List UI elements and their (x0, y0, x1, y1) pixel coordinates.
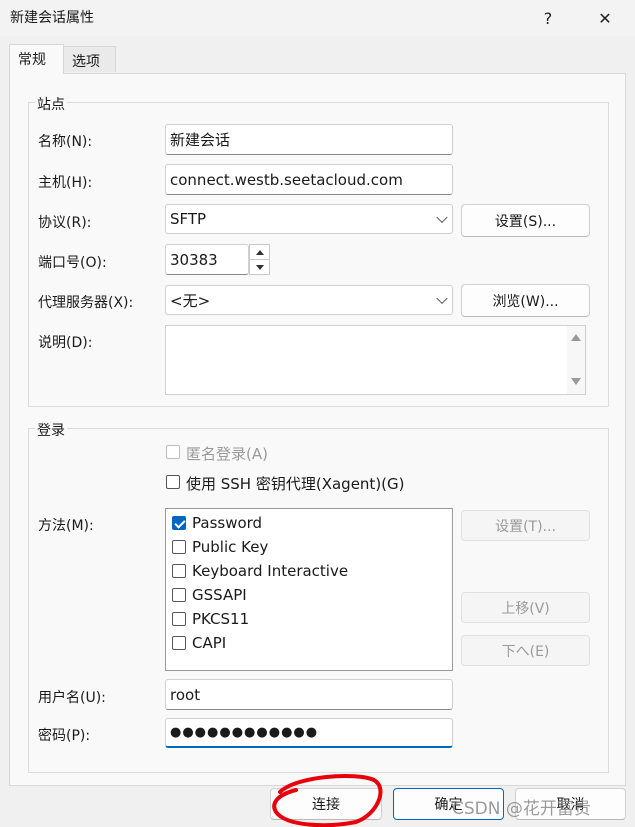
method-checkbox-keyboard-interactive[interactable] (172, 564, 186, 578)
description-textarea[interactable] (165, 325, 586, 395)
method-checkbox-capi[interactable] (172, 636, 186, 650)
protocol-value: SFTP (170, 210, 207, 228)
method-label-keyboard-interactive: Keyboard Interactive (192, 562, 349, 580)
username-label: 用户名(U): (38, 690, 106, 706)
login-group-title: 登录 (35, 420, 67, 440)
move-down-button[interactable]: 下へ(E) (461, 635, 590, 666)
host-field[interactable]: connect.westb.seetacloud.com (165, 164, 453, 195)
red-circle-annotation (272, 774, 383, 827)
scroll-up-icon (571, 334, 581, 341)
description-label: 说明(D): (38, 335, 93, 351)
password-field[interactable]: ●●●●●●●●●●●● (165, 718, 453, 748)
method-checkbox-public-key[interactable] (172, 540, 186, 554)
proxy-select[interactable]: <无> (165, 285, 453, 315)
anonymous-login-label: 匿名登录(A) (186, 445, 268, 463)
anonymous-login-checkbox[interactable] (166, 445, 180, 459)
method-list[interactable]: Password Public Key Keyboard Interactive… (165, 508, 453, 671)
chevron-down-icon (436, 292, 448, 305)
proxy-label: 代理服务器(X): (38, 295, 134, 311)
username-field[interactable]: root (165, 679, 453, 710)
method-label-gssapi: GSSAPI (192, 586, 247, 604)
close-icon[interactable]: ✕ (583, 0, 627, 36)
watermark: CSDN @花开富贵 (452, 799, 591, 819)
spin-down-icon[interactable] (250, 260, 269, 275)
description-scrollbar[interactable] (567, 326, 585, 394)
method-checkbox-pkcs11[interactable] (172, 612, 186, 626)
name-label: 名称(N): (38, 134, 93, 150)
method-settings-button[interactable]: 设置(T)... (461, 510, 590, 541)
help-icon[interactable]: ? (526, 0, 570, 36)
protocol-settings-button[interactable]: 设置(S)... (461, 204, 590, 237)
window-title: 新建会话属性 (10, 10, 94, 26)
browse-button[interactable]: 浏览(W)... (461, 284, 590, 317)
port-label: 端口号(O): (38, 255, 107, 271)
method-label-capi: CAPI (192, 634, 227, 652)
method-label-public-key: Public Key (192, 538, 269, 556)
method-label-pkcs11: PKCS11 (192, 610, 250, 628)
proxy-value: <无> (170, 291, 211, 310)
method-label-password: Password (192, 514, 263, 532)
chevron-down-icon (436, 211, 448, 224)
port-spinner[interactable] (249, 244, 270, 275)
tab-general[interactable]: 常规 (9, 44, 64, 74)
scroll-down-icon (571, 378, 581, 385)
protocol-select[interactable]: SFTP (165, 204, 453, 234)
method-checkbox-gssapi[interactable] (172, 588, 186, 602)
method-checkbox-password[interactable] (172, 516, 186, 530)
move-up-button[interactable]: 上移(V) (461, 592, 590, 623)
host-label: 主机(H): (38, 175, 93, 191)
protocol-label: 协议(R): (38, 215, 92, 231)
spin-up-icon[interactable] (250, 245, 269, 260)
site-group-title: 站点 (35, 94, 67, 114)
port-field[interactable]: 30383 (165, 244, 249, 275)
method-label: 方法(M): (38, 518, 94, 534)
ssh-agent-label: 使用 SSH 密钥代理(Xagent)(G) (186, 475, 405, 493)
password-label: 密码(P): (38, 728, 91, 744)
tab-options[interactable]: 选项 (63, 46, 116, 72)
ssh-agent-checkbox[interactable] (166, 475, 180, 489)
name-field[interactable]: 新建会话 (165, 124, 453, 155)
